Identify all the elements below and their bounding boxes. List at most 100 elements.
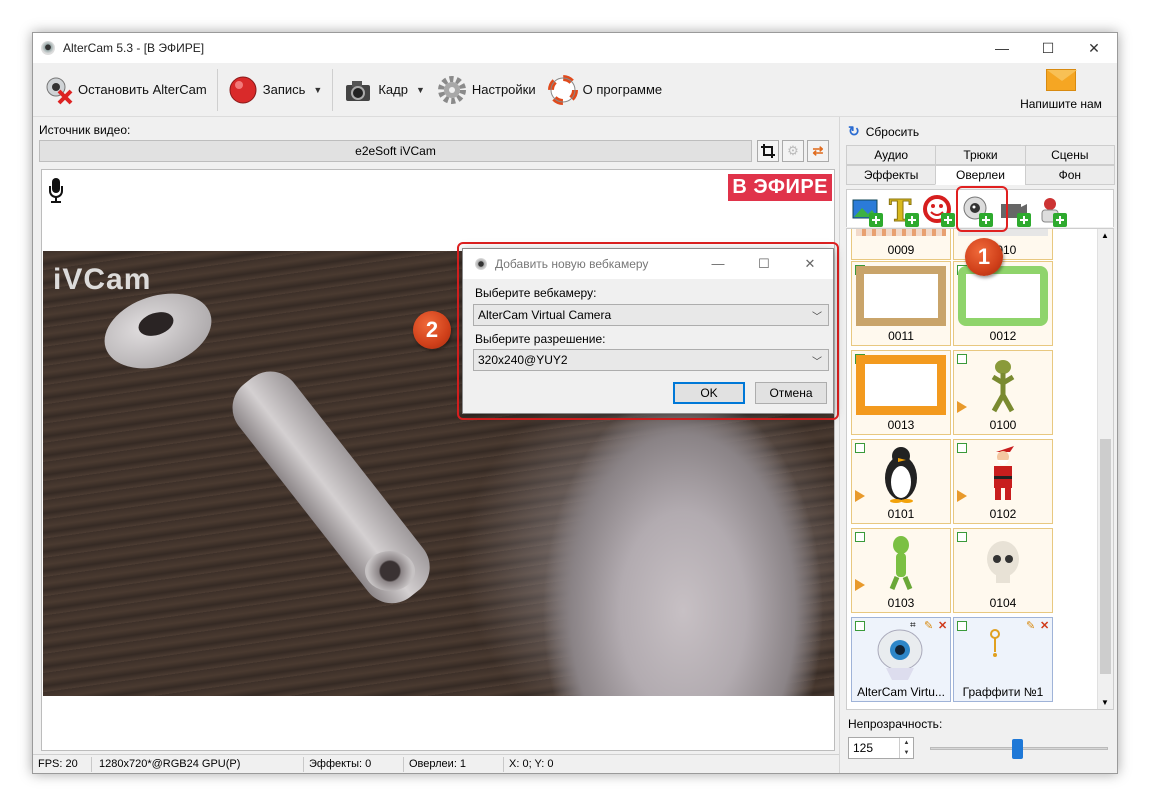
refresh-source-icon[interactable]: ⇄	[807, 140, 829, 162]
toolbar-separator	[216, 68, 218, 111]
close-button[interactable]: ✕	[1071, 33, 1117, 63]
delete-item-icon[interactable]: ✕	[1040, 619, 1049, 632]
tabs-row-1: Аудио Трюки Сцены	[846, 145, 1115, 165]
overlay-item-label: 0103	[887, 596, 915, 610]
webcam-icon	[475, 258, 487, 270]
overlay-grid: 0009 0010 0011 0012 0013 0100 0101 0102 …	[846, 228, 1114, 710]
reset-arrow-icon: ↻	[848, 123, 860, 139]
overlay-item-label: 0011	[888, 329, 914, 343]
status-bar: FPS: 20 1280x720*@RGB24 GPU(P) Эффекты: …	[33, 754, 839, 773]
microphone-icon[interactable]	[48, 178, 64, 204]
write-us-button[interactable]: Напишите нам	[1013, 67, 1109, 111]
reset-button[interactable]: ↻ Сбросить	[848, 123, 919, 140]
dialog-minimize-button[interactable]: —	[695, 249, 741, 279]
altercam-app-icon	[41, 41, 55, 55]
opacity-label: Непрозрачность:	[848, 717, 943, 731]
overlay-item[interactable]: 0009	[851, 229, 951, 260]
dialog-title-bar: Добавить новую вебкамеру — ☐ ✕	[463, 249, 833, 279]
add-webcam-dialog: Добавить новую вебкамеру — ☐ ✕ Выберите …	[462, 248, 834, 414]
overlay-item-label: 0012	[989, 329, 1017, 343]
add-image-overlay-icon[interactable]	[851, 195, 883, 227]
resolution-select[interactable]: 320x240@YUY2 ﹀	[473, 349, 829, 371]
opacity-slider[interactable]	[930, 739, 1108, 759]
scroll-down-icon[interactable]: ▼	[1101, 698, 1109, 707]
spin-up-icon[interactable]: ▲	[900, 738, 913, 748]
minimize-button[interactable]: —	[979, 33, 1025, 63]
overlay-item-label: 0101	[887, 507, 915, 521]
maximize-button[interactable]: ☐	[1025, 33, 1071, 63]
overlay-item[interactable]: 0104	[953, 528, 1053, 613]
resolution-select-value: 320x240@YUY2	[478, 353, 568, 367]
edit-item-icon[interactable]: ✎	[924, 619, 933, 632]
stop-altercam-label: Остановить AlterCam	[78, 82, 207, 97]
video-source-field[interactable]: e2eSoft iVCam	[39, 140, 752, 162]
opacity-spinbox[interactable]: 125 ▲ ▼	[848, 737, 914, 759]
overlay-item[interactable]: 0013	[851, 350, 951, 435]
overlay-item-label: 0009	[887, 243, 915, 257]
overlay-item[interactable]: ✎ ✕ Граффити №1	[953, 617, 1053, 702]
frame-button[interactable]: Кадр ▼	[337, 70, 431, 110]
overlay-item[interactable]: 0100	[953, 350, 1053, 435]
camera-icon	[343, 75, 373, 105]
opacity-slider-knob[interactable]	[1012, 739, 1023, 759]
tab-effects[interactable]: Эффекты	[846, 165, 937, 185]
record-icon	[228, 75, 258, 105]
callout-badge-2: 2	[413, 311, 451, 349]
callout-badge-1: 1	[965, 238, 1003, 276]
source-settings-icon[interactable]: ⚙	[782, 140, 804, 162]
overlay-scrollbar[interactable]: ▲ ▼	[1097, 229, 1113, 709]
overlay-item[interactable]: 0103	[851, 528, 951, 613]
dialog-title: Добавить новую вебкамеру	[495, 257, 649, 271]
tab-scenes[interactable]: Сцены	[1024, 145, 1115, 165]
crop-item-icon[interactable]: ⌗	[910, 620, 916, 631]
frame-label: Кадр	[378, 82, 408, 97]
stop-camera-icon	[43, 75, 73, 105]
camera-select-value: AlterCam Virtual Camera	[478, 308, 612, 322]
scroll-up-icon[interactable]: ▲	[1101, 231, 1109, 240]
dialog-close-button[interactable]: ✕	[787, 249, 833, 279]
crop-icon[interactable]	[757, 140, 779, 162]
tab-background[interactable]: Фон	[1024, 165, 1115, 185]
add-smiley-overlay-icon[interactable]	[923, 195, 955, 227]
overlay-item[interactable]: 0011	[851, 261, 951, 346]
dialog-maximize-button[interactable]: ☐	[741, 249, 787, 279]
envelope-icon	[1046, 69, 1077, 91]
overlay-thumbnail	[958, 266, 1048, 326]
reset-label: Сбросить	[865, 124, 920, 139]
overlay-item[interactable]: 0102	[953, 439, 1053, 524]
status-fps: FPS: 20	[38, 758, 78, 770]
status-format: 1280x720*@RGB24 GPU(P)	[99, 758, 241, 770]
delete-item-icon[interactable]: ✕	[938, 619, 947, 632]
gear-icon	[437, 75, 467, 105]
tab-tricks[interactable]: Трюки	[935, 145, 1026, 165]
add-user-overlay-icon[interactable]	[1035, 195, 1067, 227]
add-text-overlay-icon[interactable]: T	[887, 194, 919, 230]
record-button[interactable]: Запись ▼	[222, 70, 329, 110]
write-us-label: Напишите нам	[1020, 97, 1102, 111]
tabs-row-2: Эффекты Оверлеи Фон	[846, 165, 1115, 185]
about-button[interactable]: О программе	[542, 70, 669, 110]
ivcam-watermark: iVCam	[53, 263, 152, 296]
edit-item-icon[interactable]: ✎	[1026, 619, 1035, 632]
overlay-item[interactable]: 0101	[851, 439, 951, 524]
overlay-item-label: Граффити №1	[962, 685, 1044, 699]
record-dropdown-icon[interactable]: ▼	[313, 85, 322, 95]
frame-dropdown-icon[interactable]: ▼	[416, 85, 425, 95]
overlay-thumbnail	[856, 355, 946, 415]
spin-down-icon[interactable]: ▼	[900, 748, 913, 758]
tab-overlays[interactable]: Оверлеи	[935, 165, 1026, 185]
settings-button[interactable]: Настройки	[431, 70, 542, 110]
scrollbar-thumb[interactable]	[1100, 439, 1111, 674]
cancel-button[interactable]: Отмена	[755, 382, 827, 404]
earbud-stem-end-image	[365, 551, 415, 591]
chevron-down-icon: ﹀	[812, 312, 822, 323]
overlay-item[interactable]: 0012	[953, 261, 1053, 346]
stop-altercam-button[interactable]: Остановить AlterCam	[37, 70, 213, 110]
chevron-down-icon: ﹀	[812, 357, 822, 368]
overlay-item[interactable]: ⌗ ✎ ✕ AlterCam Virtu...	[851, 617, 951, 702]
ok-button[interactable]: OK	[673, 382, 745, 404]
frog-animation-thumbnail	[958, 355, 1048, 415]
overlay-thumbnail	[856, 229, 946, 236]
camera-select[interactable]: AlterCam Virtual Camera ﹀	[473, 304, 829, 326]
tab-audio[interactable]: Аудио	[846, 145, 937, 165]
